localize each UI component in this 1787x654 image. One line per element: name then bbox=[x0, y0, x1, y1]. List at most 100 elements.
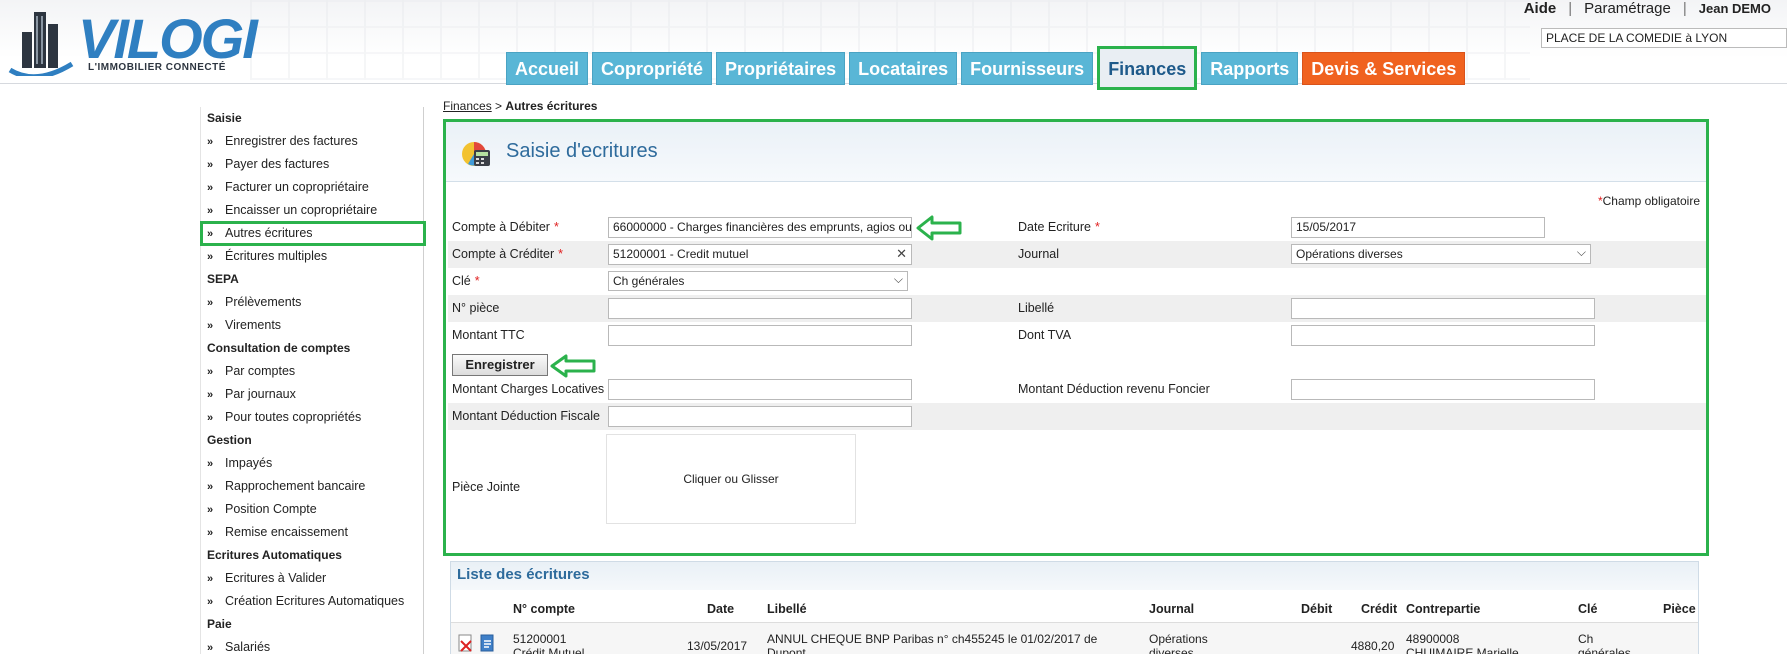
deduction-fiscale-input[interactable] bbox=[608, 406, 912, 427]
sidebar-section-ecritures-auto: Ecritures Automatiques bbox=[207, 548, 342, 562]
bullet-icon: » bbox=[207, 205, 214, 217]
sidebar-item-par-comptes[interactable]: » Par comptes bbox=[201, 360, 423, 383]
charges-locatives-input[interactable] bbox=[608, 379, 912, 400]
sidebar-item-encaisser-coproprietaire[interactable]: » Encaisser un copropriétaire bbox=[201, 199, 423, 222]
sidebar-item-rapprochement[interactable]: » Rapprochement bancaire bbox=[201, 475, 423, 498]
sidebar-item-label: Par comptes bbox=[225, 364, 296, 378]
sidebar-item-facturer-coproprietaire[interactable]: » Facturer un copropriétaire bbox=[201, 176, 423, 199]
tab-accueil[interactable]: Accueil bbox=[506, 52, 589, 85]
sidebar-item-remise-encaissement[interactable]: » Remise encaissement bbox=[201, 521, 423, 544]
sidebar-item-impayes[interactable]: » Impayés bbox=[201, 452, 423, 475]
sidebar-section-sepa: SEPA bbox=[207, 272, 239, 286]
journal-select[interactable]: Opérations diverses ⌵ bbox=[1291, 244, 1591, 264]
sidebar-item-autres-ecritures[interactable]: » Autres écritures bbox=[200, 221, 426, 246]
cell-libelle: ANNUL CHEQUE BNP Paribas n° ch455245 le … bbox=[767, 632, 1098, 654]
montant-ttc-input[interactable] bbox=[608, 325, 912, 346]
cle-select[interactable]: Ch générales ⌵ bbox=[608, 271, 908, 291]
dont-tva-label: Dont TVA bbox=[1018, 328, 1072, 342]
col-piece[interactable]: Pièce bbox=[1663, 602, 1696, 616]
compte-crediter-input[interactable]: 51200001 - Credit mutuel ✕ bbox=[608, 244, 912, 265]
user-name[interactable]: Jean DEMO bbox=[1699, 1, 1771, 16]
bullet-icon: » bbox=[207, 504, 214, 516]
row-charges-locatives: Montant Charges Locatives Montant Déduct… bbox=[448, 376, 1706, 403]
charges-locatives-label: Montant Charges Locatives bbox=[452, 382, 605, 396]
sidebar-item-par-journaux[interactable]: » Par journaux bbox=[201, 383, 423, 406]
sidebar-item-prelevements[interactable]: » Prélèvements bbox=[201, 291, 423, 314]
sidebar-item-virements[interactable]: » Virements bbox=[201, 314, 423, 337]
liste-ecritures: Liste des écritures N° compte Date Libel… bbox=[450, 561, 1699, 654]
sidebar-item-payer-factures[interactable]: » Payer des factures bbox=[201, 153, 423, 176]
col-debit[interactable]: Débit bbox=[1301, 602, 1332, 616]
edit-doc-icon[interactable] bbox=[479, 633, 497, 653]
tab-proprietaires[interactable]: Propriétaires bbox=[716, 52, 846, 85]
journal-value: Opérations diverses bbox=[1296, 247, 1403, 261]
row-montant-ttc: Montant TTC Dont TVA bbox=[448, 322, 1706, 349]
col-cle[interactable]: Clé bbox=[1578, 602, 1597, 616]
cell-contrepartie: 48900008 CHUIMAIRE Marielle bbox=[1406, 632, 1519, 654]
col-contrepartie[interactable]: Contrepartie bbox=[1406, 602, 1480, 616]
bullet-icon: » bbox=[207, 412, 214, 424]
col-journal[interactable]: Journal bbox=[1149, 602, 1194, 616]
copropriete-select[interactable]: PLACE DE LA COMEDIE à LYON bbox=[1541, 28, 1787, 48]
parametrage-link[interactable]: Paramétrage bbox=[1584, 0, 1671, 17]
sidebar-item-salaries[interactable]: » Salariés bbox=[201, 636, 423, 654]
sidebar-item-ecritures-multiples[interactable]: » Écritures multiples bbox=[201, 245, 423, 268]
sidebar-item-position-compte[interactable]: » Position Compte bbox=[201, 498, 423, 521]
top-links: Aide | Paramétrage | Jean DEMO bbox=[1518, 0, 1777, 17]
breadcrumb-separator: > bbox=[495, 99, 503, 113]
libelle-input[interactable] bbox=[1291, 298, 1595, 319]
row-actions bbox=[457, 633, 497, 653]
sidebar-item-label: Création Ecritures Automatiques bbox=[225, 594, 405, 608]
sidebar-item-label: Facturer un copropriétaire bbox=[225, 180, 369, 194]
list-title: Liste des écritures bbox=[451, 562, 1698, 590]
sidebar-item-label: Par journaux bbox=[225, 387, 296, 401]
compte-debiter-input[interactable]: 66000000 - Charges financières des empru… bbox=[608, 217, 912, 238]
bullet-icon: » bbox=[207, 136, 214, 148]
col-compte[interactable]: N° compte bbox=[513, 602, 575, 616]
sidebar-item-creation-ecritures-auto[interactable]: » Création Ecritures Automatiques bbox=[201, 590, 423, 613]
main-nav: Accueil Copropriété Propriétaires Locata… bbox=[506, 46, 1469, 90]
bullet-icon: » bbox=[207, 251, 214, 263]
tab-fournisseurs[interactable]: Fournisseurs bbox=[961, 52, 1094, 85]
sidebar-item-enregistrer-factures[interactable]: » Enregistrer des factures bbox=[201, 130, 423, 153]
vilogi-logo[interactable]: VILOGI L'IMMOBILIER CONNECTÉ bbox=[6, 4, 268, 84]
clear-icon[interactable]: ✕ bbox=[896, 246, 907, 262]
sidebar: Saisie » Enregistrer des factures » Payer … bbox=[200, 107, 426, 654]
panel-header: Saisie d'ecritures bbox=[446, 122, 1706, 182]
breadcrumb-finances-link[interactable]: Finances bbox=[443, 99, 492, 113]
dont-tva-input[interactable] bbox=[1291, 325, 1595, 346]
sidebar-item-label: Pour toutes copropriétés bbox=[225, 410, 362, 424]
compte-crediter-label: Compte à Créditer * bbox=[452, 247, 563, 261]
col-libelle[interactable]: Libellé bbox=[767, 602, 807, 616]
col-credit[interactable]: Crédit bbox=[1361, 602, 1397, 616]
date-ecriture-input[interactable]: 15/05/2017 bbox=[1291, 217, 1545, 238]
row-compte-crediter: Compte à Créditer * 51200001 - Credit mut… bbox=[448, 241, 1706, 268]
tab-devis-services[interactable]: Devis & Services bbox=[1302, 52, 1466, 85]
row-cle: Clé * Ch générales ⌵ bbox=[448, 268, 1706, 295]
sidebar-item-label: Encaisser un copropriétaire bbox=[225, 203, 378, 217]
link-separator: | bbox=[1568, 0, 1573, 17]
file-dropzone[interactable]: Cliquer ou Glisser bbox=[606, 434, 856, 524]
building-logo-icon bbox=[8, 12, 74, 80]
breadcrumb-current: Autres écritures bbox=[505, 99, 598, 113]
deduction-foncier-label: Montant Déduction revenu Foncier bbox=[1018, 382, 1210, 396]
compte-crediter-value: 51200001 - Credit mutuel bbox=[613, 247, 749, 261]
tab-locataires[interactable]: Locataires bbox=[849, 52, 958, 85]
chevron-down-icon: ⌵ bbox=[1576, 245, 1586, 259]
aide-link[interactable]: Aide bbox=[1524, 0, 1557, 17]
bullet-icon: » bbox=[207, 642, 214, 654]
tab-finances[interactable]: Finances bbox=[1097, 46, 1198, 90]
bullet-icon: » bbox=[207, 389, 214, 401]
sidebar-item-label: Salariés bbox=[225, 640, 271, 654]
save-button[interactable]: Enregistrer bbox=[452, 354, 548, 376]
piece-input[interactable] bbox=[608, 298, 912, 319]
table-row[interactable]: 51200001 Crédit Mutuel 13/05/2017 ANNUL C… bbox=[451, 622, 1698, 654]
delete-doc-icon[interactable] bbox=[457, 633, 475, 653]
deduction-foncier-input[interactable] bbox=[1291, 379, 1595, 400]
bullet-icon: » bbox=[207, 366, 214, 378]
tab-copropriete[interactable]: Copropriété bbox=[592, 52, 713, 85]
tab-rapports[interactable]: Rapports bbox=[1201, 52, 1299, 85]
sidebar-item-toutes-coproprietes[interactable]: » Pour toutes copropriétés bbox=[201, 406, 423, 429]
col-date[interactable]: Date bbox=[707, 602, 734, 616]
sidebar-item-ecritures-valider[interactable]: » Ecritures à Valider bbox=[201, 567, 423, 590]
